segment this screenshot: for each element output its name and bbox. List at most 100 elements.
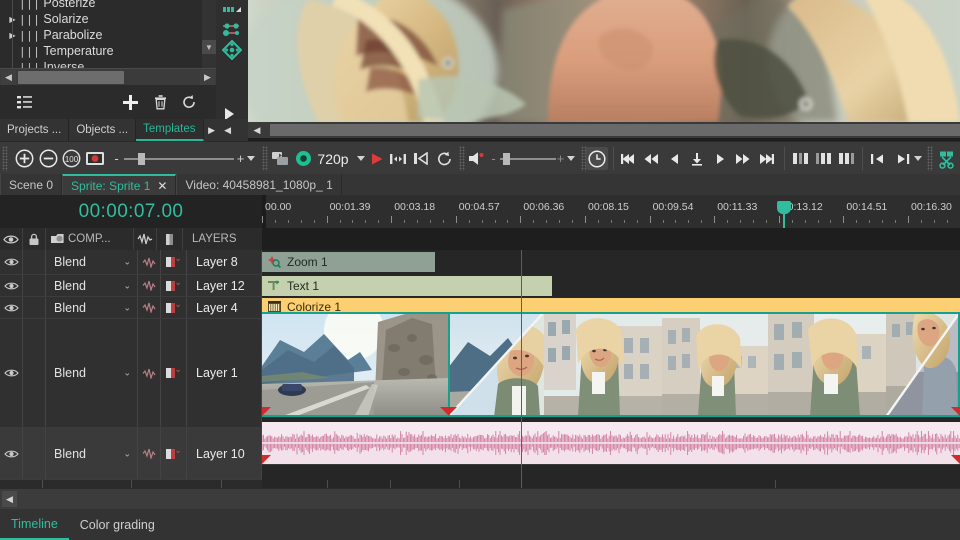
toolbar-grip-3[interactable] [459,146,465,171]
zoom-slider-knob[interactable] [138,153,145,165]
layer-list[interactable]: Blend ⌄ Layer 8 Blend ⌄ Layer 12 Blend ⌄ Layer 4… [0,250,262,488]
layer-row[interactable]: Blend ⌄ Layer 10 [0,428,262,480]
layer-mask-toggle[interactable] [161,319,187,427]
effect-tree-item[interactable]: ||| Temperature [0,43,216,59]
zoom-slider-plus[interactable]: + [236,147,245,170]
toolbar-grip[interactable] [2,146,8,171]
tab-templates[interactable]: Templates [136,119,204,141]
volume-slider-minus[interactable]: - [489,147,498,170]
keyframe-grid-icon[interactable] [220,2,244,22]
layer-visibility-toggle[interactable] [0,297,23,318]
preview-scroll-thumb[interactable] [270,124,960,136]
range-both-icon[interactable] [813,147,835,170]
snapshot-button[interactable] [84,147,106,170]
scene-tab-bar[interactable]: Scene 0 Sprite: Sprite 1 ✕ Video: 404589… [0,174,960,195]
visibility-column-header[interactable] [0,228,23,250]
effects-tree-vertical-scrollbar[interactable]: ▼ [202,0,216,68]
layer-row[interactable]: Blend ⌄ Layer 1 [0,319,262,428]
layer-mask-toggle[interactable] [161,275,187,296]
chevron-down-icon[interactable]: ⌄ [123,302,131,313]
scene-tab-sprite1[interactable]: Sprite: Sprite 1 ✕ [62,174,177,195]
clock-icon[interactable] [586,147,608,170]
record-icon[interactable] [411,147,431,170]
layer-audio-toggle[interactable] [138,250,161,274]
zoom-in-button[interactable] [13,147,35,170]
layer-visibility-toggle[interactable] [0,428,23,479]
play-button[interactable] [710,147,730,170]
layer-row[interactable]: Blend ⌄ Layer 12 [0,275,262,297]
timeline-track-area[interactable]: Zoom 1 Text 1 Colorize 1 [262,250,960,488]
set-marker-button[interactable] [687,147,707,170]
effects-tree-horizontal-scrollbar[interactable]: ◀ ▶ [0,68,216,86]
layer-name[interactable]: Layer 10 [187,428,262,479]
zoom-slider-minus[interactable]: - [112,147,121,170]
effect-side-toolbar[interactable] [216,0,248,132]
panel-tabs-collapse-icon[interactable]: ◀ [220,119,236,141]
lock-column-header[interactable] [23,228,46,250]
range-in-icon[interactable] [790,147,812,170]
volume-slider-plus[interactable]: + [556,147,565,170]
scene-tab-scene0[interactable]: Scene 0 [0,174,63,195]
zoom-100-button[interactable]: 100 [60,147,82,170]
rewind-button[interactable] [641,147,661,170]
panel-tab-bar[interactable]: Projects ... Objects ... Templates ▶ ◀ [0,119,248,141]
range-out-icon[interactable] [836,147,858,170]
layer-blend-select[interactable]: Blend ⌄ [46,250,138,274]
layer-blend-select[interactable]: Blend ⌄ [46,428,138,479]
effect-tree-item[interactable]: ▶|||Parabolize [0,27,216,43]
layer-lock-toggle[interactable] [23,250,46,274]
timeline-scroll-left-icon[interactable]: ◀ [2,491,17,507]
effect-tree-item[interactable]: ||| Posterize [0,0,216,11]
chevron-down-icon[interactable]: ⌄ [123,257,131,268]
effect-clip[interactable]: Text 1 [262,276,552,296]
timeline-ruler[interactable]: 00.00 00:01.39 00:03.18 00:04.57 00:06.36 00:… [262,195,960,228]
keyframe-corner-icon[interactable] [951,407,960,416]
volume-icon[interactable] [466,147,488,170]
effects-tree-toolbar[interactable] [0,85,216,119]
tab-timeline[interactable]: Timeline [0,509,69,540]
mask-column-header[interactable] [157,228,183,250]
trim-left-icon[interactable] [868,147,890,170]
layer-name[interactable]: Layer 1 [187,319,262,427]
preview-quality-label[interactable]: 720p [313,147,353,170]
scroll-down-icon[interactable]: ▼ [202,40,216,54]
layer-row[interactable]: Blend ⌄ Layer 4 [0,297,262,319]
fit-icon[interactable] [388,147,408,170]
trim-dropdown-caret-icon[interactable] [911,147,925,170]
transform-gizmo-icon[interactable] [220,40,244,60]
refresh-icon[interactable] [178,92,200,112]
layer-audio-toggle[interactable] [138,428,161,479]
quality-dropdown-caret-icon[interactable] [354,147,368,170]
effect-clip[interactable]: Zoom 1 [262,252,435,272]
zoom-out-button[interactable] [37,147,59,170]
keyframe-corner-icon[interactable] [262,407,271,416]
main-toolbar[interactable]: 100 - + 720p - + [0,141,960,176]
layer-blend-select[interactable]: Blend ⌄ [46,275,138,296]
fast-forward-button[interactable] [733,147,753,170]
toolbar-grip-2[interactable] [262,146,268,171]
effects-tree-list[interactable]: |||Posterize▶|||Solarize▶|||Parabolize||… [0,0,216,75]
split-clip-icon[interactable] [936,147,958,170]
video-clip-selection[interactable] [448,312,960,417]
step-back-button[interactable] [665,147,685,170]
layer-name[interactable]: Layer 12 [187,275,262,296]
layer-mask-toggle[interactable] [161,428,187,479]
layer-audio-toggle[interactable] [138,275,161,296]
loop-icon[interactable] [434,147,454,170]
audio-keyframe-corner-icon[interactable] [951,455,960,464]
go-to-start-button[interactable] [618,147,638,170]
chevron-down-icon[interactable]: ⌄ [123,368,131,379]
layer-audio-toggle[interactable] [138,319,161,427]
layer-mask-toggle[interactable] [161,250,187,274]
close-icon[interactable]: ✕ [157,179,167,193]
scroll-right-icon[interactable]: ▶ [200,70,215,85]
chevron-down-icon[interactable]: ⌄ [123,280,131,291]
layer-visibility-toggle[interactable] [0,250,23,274]
trim-right-icon[interactable] [891,147,913,170]
timeline-horizontal-scrollbar[interactable]: ◀ [0,488,960,510]
playhead-line[interactable] [521,250,522,488]
volume-slider-knob[interactable] [503,153,510,165]
trash-icon[interactable] [149,92,171,112]
tab-objects[interactable]: Objects ... [69,119,137,141]
preview-horizontal-scrollbar[interactable]: ◀ [248,122,960,138]
